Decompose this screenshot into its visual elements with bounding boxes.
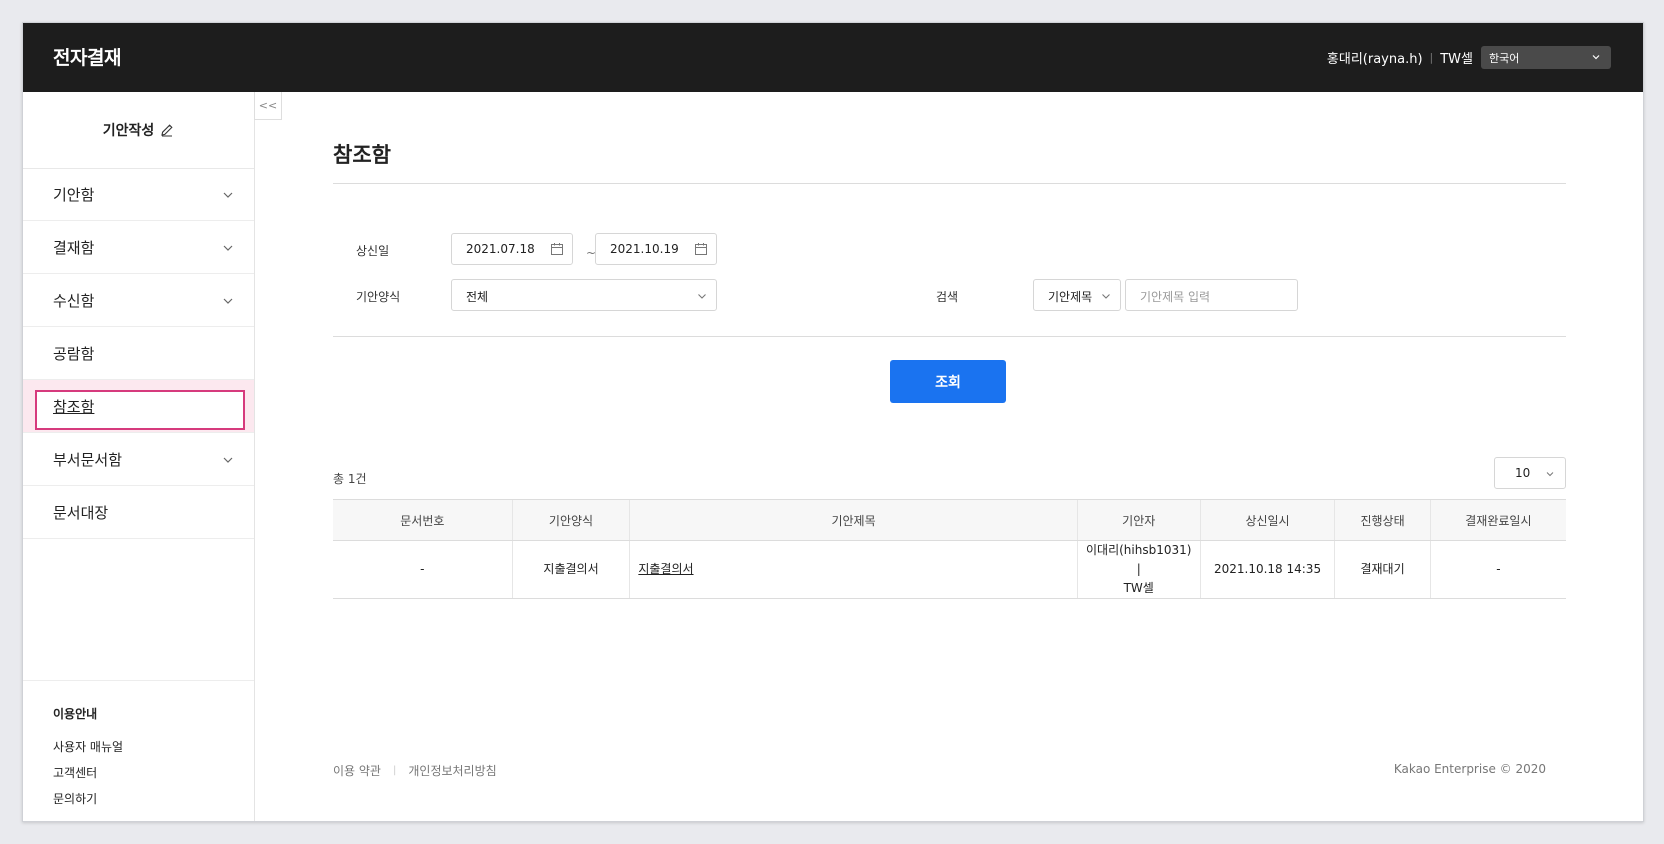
column-header-doc-no[interactable]: 문서번호 — [333, 499, 513, 541]
cell-title: 지출결의서 — [629, 540, 1078, 599]
column-header-completed[interactable]: 결재완료일시 — [1429, 499, 1566, 541]
search-label: 검색 — [936, 290, 959, 304]
date-to-input[interactable]: 2021.10.19 — [595, 233, 717, 265]
cell-form: 지출결의서 — [511, 540, 630, 599]
sidebar-item-label: 기안함 — [53, 186, 95, 204]
cell-status: 결재대기 — [1334, 540, 1431, 599]
footer-divider: | — [392, 765, 397, 776]
app-title[interactable]: 전자결재 — [53, 43, 121, 70]
sidebar-item-department-box[interactable]: 부서문서함 — [23, 433, 254, 486]
page-size-value: 10 — [1515, 466, 1531, 480]
write-draft-button[interactable]: 기안작성 — [23, 92, 254, 169]
sidebar-item-label: 수신함 — [53, 292, 95, 310]
chevron-down-icon — [223, 457, 233, 463]
chevron-down-icon — [698, 294, 706, 299]
total-count: 총 1건 — [333, 472, 367, 486]
date-label: 상신일 — [356, 244, 390, 258]
privacy-link[interactable]: 개인정보처리방침 — [408, 762, 496, 779]
sidebar-item-label: 참조함 — [53, 398, 95, 416]
user-dept: TW셀 — [1440, 51, 1473, 67]
double-chevron-left-icon: << — [258, 99, 278, 112]
table-header-row: 문서번호 기안양식 기안제목 기안자 상신일시 진행상태 결재완료일시 — [333, 499, 1566, 541]
sidebar-item-circulation-box[interactable]: 공람함 — [23, 327, 254, 380]
write-draft-label: 기안작성 — [102, 123, 155, 139]
calendar-icon[interactable] — [550, 242, 564, 256]
chevron-down-icon — [1102, 294, 1110, 299]
app-window: 전자결재 홍대리(rayna.h) | TW셀 한국어 기안작성 기안함 결재함… — [22, 22, 1644, 822]
sidebar: 기안작성 기안함 결재함 수신함 공람함 참조함 부서문서함 문서대장 이용안내… — [23, 92, 255, 821]
search-button[interactable]: 조회 — [890, 360, 1006, 403]
form-type-label: 기안양식 — [356, 290, 401, 304]
search-type-select[interactable]: 기안제목 — [1033, 279, 1121, 311]
guide-title: 이용안내 — [53, 707, 98, 721]
date-to-value: 2021.10.19 — [610, 242, 679, 256]
usage-guide: 이용안내 사용자 매뉴얼 고객센터 문의하기 — [23, 680, 254, 821]
chevron-down-icon — [223, 192, 233, 198]
divider — [333, 336, 1566, 337]
date-from-input[interactable]: 2021.07.18 — [451, 233, 573, 265]
sidebar-item-reference-box[interactable]: 참조함 — [23, 380, 254, 433]
column-header-form[interactable]: 기안양식 — [511, 499, 630, 541]
search-placeholder: 기안제목 입력 — [1140, 290, 1211, 304]
language-value: 한국어 — [1489, 52, 1520, 65]
cell-drafter: 이대리(hihsb1031) | TW셀 — [1076, 540, 1201, 599]
cell-submitted: 2021.10.18 14:35 — [1199, 540, 1335, 599]
drafter-name: 이대리(hihsb1031) | — [1086, 543, 1192, 576]
sidebar-item-document-ledger[interactable]: 문서대장 — [23, 486, 254, 539]
column-header-status[interactable]: 진행상태 — [1334, 499, 1431, 541]
customer-center-link[interactable]: 고객센터 — [53, 764, 97, 781]
form-type-select[interactable]: 전체 — [451, 279, 717, 311]
cell-completed: - — [1429, 540, 1566, 599]
cell-doc-no: - — [333, 540, 513, 599]
drafter-dept: TW셀 — [1123, 581, 1154, 595]
page-size-select[interactable]: 10 — [1494, 457, 1566, 489]
sidebar-item-approval-box[interactable]: 결재함 — [23, 221, 254, 274]
sidebar-item-inbox[interactable]: 수신함 — [23, 274, 254, 327]
sidebar-item-label: 문서대장 — [53, 504, 109, 522]
sidebar-item-draft-box[interactable]: 기안함 — [23, 168, 254, 221]
user-separator: | — [1429, 50, 1434, 64]
search-input[interactable]: 기안제목 입력 — [1125, 279, 1298, 311]
pencil-icon — [161, 124, 173, 137]
form-type-value: 전체 — [466, 290, 489, 304]
document-table: 문서번호 기안양식 기안제목 기안자 상신일시 진행상태 결재완료일시 - 지출… — [333, 499, 1566, 599]
sidebar-item-label: 공람함 — [53, 345, 95, 363]
column-header-drafter[interactable]: 기안자 — [1076, 499, 1201, 541]
copyright: Kakao Enterprise © 2020 — [1393, 762, 1546, 776]
page-title: 참조함 — [333, 143, 391, 167]
calendar-icon[interactable] — [694, 242, 708, 256]
divider — [333, 183, 1566, 184]
chevron-down-icon — [1592, 55, 1600, 60]
column-header-submitted[interactable]: 상신일시 — [1199, 499, 1335, 541]
chevron-down-icon — [1546, 472, 1554, 477]
sidebar-item-label: 부서문서함 — [53, 451, 123, 469]
date-from-value: 2021.07.18 — [466, 242, 535, 256]
document-title-link[interactable]: 지출결의서 — [638, 562, 693, 576]
user-manual-link[interactable]: 사용자 매뉴얼 — [53, 738, 123, 755]
chevron-down-icon — [223, 245, 233, 251]
collapse-sidebar-button[interactable]: << — [254, 92, 282, 120]
column-header-title[interactable]: 기안제목 — [629, 499, 1078, 541]
footer-links: 이용 약관 | 개인정보처리방침 — [333, 762, 497, 779]
top-header: 전자결재 홍대리(rayna.h) | TW셀 한국어 — [23, 23, 1643, 92]
inquiry-link[interactable]: 문의하기 — [53, 790, 97, 807]
search-type-value: 기안제목 — [1048, 290, 1093, 304]
chevron-down-icon — [223, 298, 233, 304]
table-row[interactable]: - 지출결의서 지출결의서 이대리(hihsb1031) | TW셀 2021.… — [333, 540, 1566, 599]
user-name: 홍대리(rayna.h) — [1326, 51, 1423, 67]
terms-link[interactable]: 이용 약관 — [333, 762, 381, 779]
language-select[interactable]: 한국어 — [1481, 46, 1611, 69]
sidebar-item-label: 결재함 — [53, 239, 95, 257]
